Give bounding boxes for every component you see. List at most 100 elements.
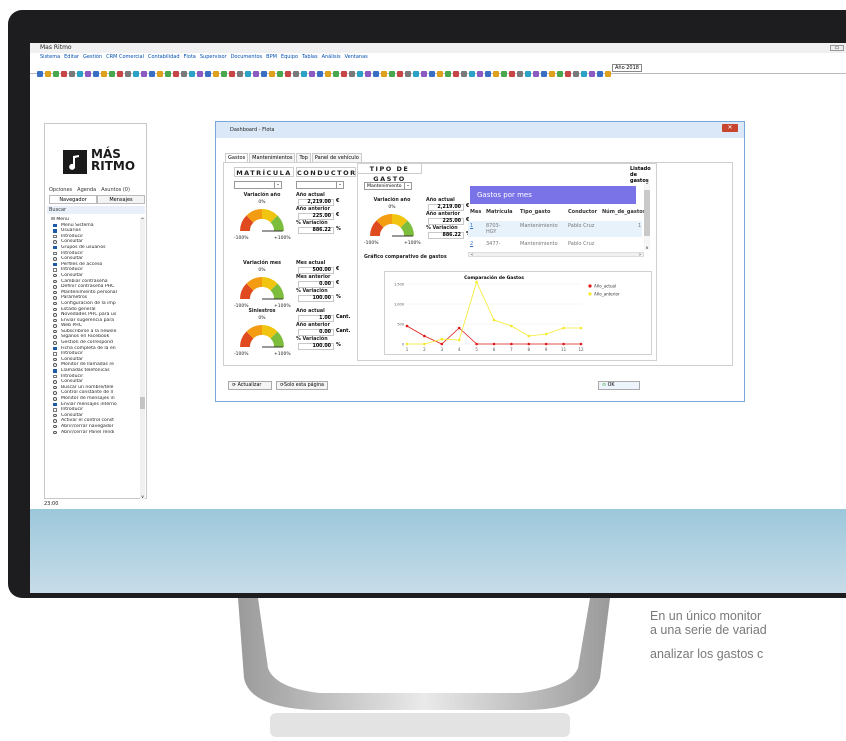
toolbar-button-icon[interactable] [429,71,435,77]
solo-pagina-button[interactable]: ⟳Solo esta página [276,381,328,390]
toolbar-button-icon[interactable] [581,71,587,77]
toolbar-button-icon[interactable] [53,71,59,77]
toolbar-button-icon[interactable] [405,71,411,77]
menu-item-1[interactable]: Editar [64,54,79,60]
toolbar-button-icon[interactable] [541,71,547,77]
toolbar-button-icon[interactable] [605,71,611,77]
toolbar-button-icon[interactable] [157,71,163,77]
toolbar-button-icon[interactable] [277,71,283,77]
toolbar-button-icon[interactable] [493,71,499,77]
toolbar-button-icon[interactable] [325,71,331,77]
toolbar-button-icon[interactable] [261,71,267,77]
toolbar-button-icon[interactable] [485,71,491,77]
menu-item-0[interactable]: Sistema [40,54,60,60]
toolbar-button-icon[interactable] [501,71,507,77]
tab-asuntos[interactable]: Asuntos (0) [101,187,130,193]
table-cell-mes[interactable]: 2 [470,241,473,247]
toolbar-button-icon[interactable] [341,71,347,77]
toolbar-button-icon[interactable] [421,71,427,77]
menu-item-2[interactable]: Gestión [83,54,102,60]
toolbar-button-icon[interactable] [165,71,171,77]
table-hscrollbar[interactable]: ‹ › [468,252,644,258]
tab-agenda[interactable]: Agenda [77,187,96,193]
tipo-gasto-select[interactable]: Mantenimiento ⌄ [364,182,412,190]
toolbar-button-icon[interactable] [365,71,371,77]
tab-mensajes[interactable]: Mensajes [97,195,145,204]
toolbar-button-icon[interactable] [333,71,339,77]
table-header[interactable]: Mes [470,209,481,215]
scroll-right-icon[interactable]: › [639,252,641,258]
toolbar-button-icon[interactable] [589,71,595,77]
toolbar-button-icon[interactable] [101,71,107,77]
toolbar-button-icon[interactable] [477,71,483,77]
toolbar-button-icon[interactable] [557,71,563,77]
table-vscrollbar[interactable]: ^ v [644,182,650,250]
table-header[interactable]: Núm_de_gastos [602,209,646,215]
tree-item[interactable]: Abrir/cerrar Panel rendi [47,430,139,436]
sidebar-scrollbar[interactable]: ^ v [140,217,145,499]
toolbar-button-icon[interactable] [133,71,139,77]
menu-item-3[interactable]: CRM Comercial [106,54,144,60]
table-header[interactable]: Conductor [568,209,597,215]
menu-item-4[interactable]: Contabilidad [148,54,180,60]
toolbar-button-icon[interactable] [389,71,395,77]
toolbar-button-icon[interactable] [469,71,475,77]
toolbar-button-icon[interactable] [357,71,363,77]
scrollbar-thumb[interactable] [644,190,650,236]
tab-panel-vehiculo[interactable]: Panel de vehículo [311,153,362,162]
table-header[interactable]: Tipo_gasto [520,209,550,215]
ok-button[interactable]: ⊙ OK [598,381,640,390]
toolbar-button-icon[interactable] [229,71,235,77]
scroll-down-icon[interactable]: v [140,494,145,499]
toolbar-button-icon[interactable] [253,71,259,77]
toolbar-button-icon[interactable] [85,71,91,77]
toolbar-button-icon[interactable] [397,71,403,77]
toolbar-button-icon[interactable] [141,71,147,77]
toolbar-button-icon[interactable] [93,71,99,77]
toolbar-button-icon[interactable] [301,71,307,77]
menu-item-7[interactable]: Documentos [231,54,263,60]
toolbar-button-icon[interactable] [61,71,67,77]
toolbar-button-icon[interactable] [221,71,227,77]
toolbar-button-icon[interactable] [373,71,379,77]
toolbar-button-icon[interactable] [245,71,251,77]
toolbar-button-icon[interactable] [437,71,443,77]
toolbar-button-icon[interactable] [269,71,275,77]
toolbar-button-icon[interactable] [45,71,51,77]
tab-gastos[interactable]: Gastos [225,153,249,162]
menu-item-12[interactable]: Ventanas [345,54,368,60]
toolbar-button-icon[interactable] [525,71,531,77]
scroll-left-icon[interactable]: ‹ [471,252,473,258]
toolbar-button-icon[interactable] [181,71,187,77]
table-cell-mes[interactable]: 1 [470,223,473,229]
toolbar-button-icon[interactable] [237,71,243,77]
window-minimize-icon[interactable]: ▭ [830,45,844,51]
scroll-up-icon[interactable]: ^ [644,182,650,187]
toolbar-button-icon[interactable] [37,71,43,77]
scroll-down-icon[interactable]: v [644,245,650,250]
toolbar-button-icon[interactable] [173,71,179,77]
toolbar-button-icon[interactable] [197,71,203,77]
toolbar-button-icon[interactable] [189,71,195,77]
toolbar-button-icon[interactable] [509,71,515,77]
toolbar-button-icon[interactable] [293,71,299,77]
toolbar-button-icon[interactable] [453,71,459,77]
toolbar-button-icon[interactable] [69,71,75,77]
toolbar-button-icon[interactable] [549,71,555,77]
menu-item-5[interactable]: Flota [184,54,196,60]
menu-item-9[interactable]: Equipo [281,54,298,60]
tab-navegador[interactable]: Navegador [49,195,97,204]
tab-opciones[interactable]: Opciones [49,187,72,193]
toolbar-button-icon[interactable] [205,71,211,77]
tab-mantenimientos[interactable]: Mantenimientos [249,153,296,162]
scroll-up-icon[interactable]: ^ [140,217,145,222]
toolbar-button-icon[interactable] [125,71,131,77]
toolbar-button-icon[interactable] [349,71,355,77]
toolbar-button-icon[interactable] [565,71,571,77]
toolbar-button-icon[interactable] [381,71,387,77]
close-icon[interactable]: ✕ [722,124,738,132]
menu-item-11[interactable]: Análisis [322,54,341,60]
toolbar-button-icon[interactable] [109,71,115,77]
toolbar-button-icon[interactable] [533,71,539,77]
toolbar-button-icon[interactable] [317,71,323,77]
